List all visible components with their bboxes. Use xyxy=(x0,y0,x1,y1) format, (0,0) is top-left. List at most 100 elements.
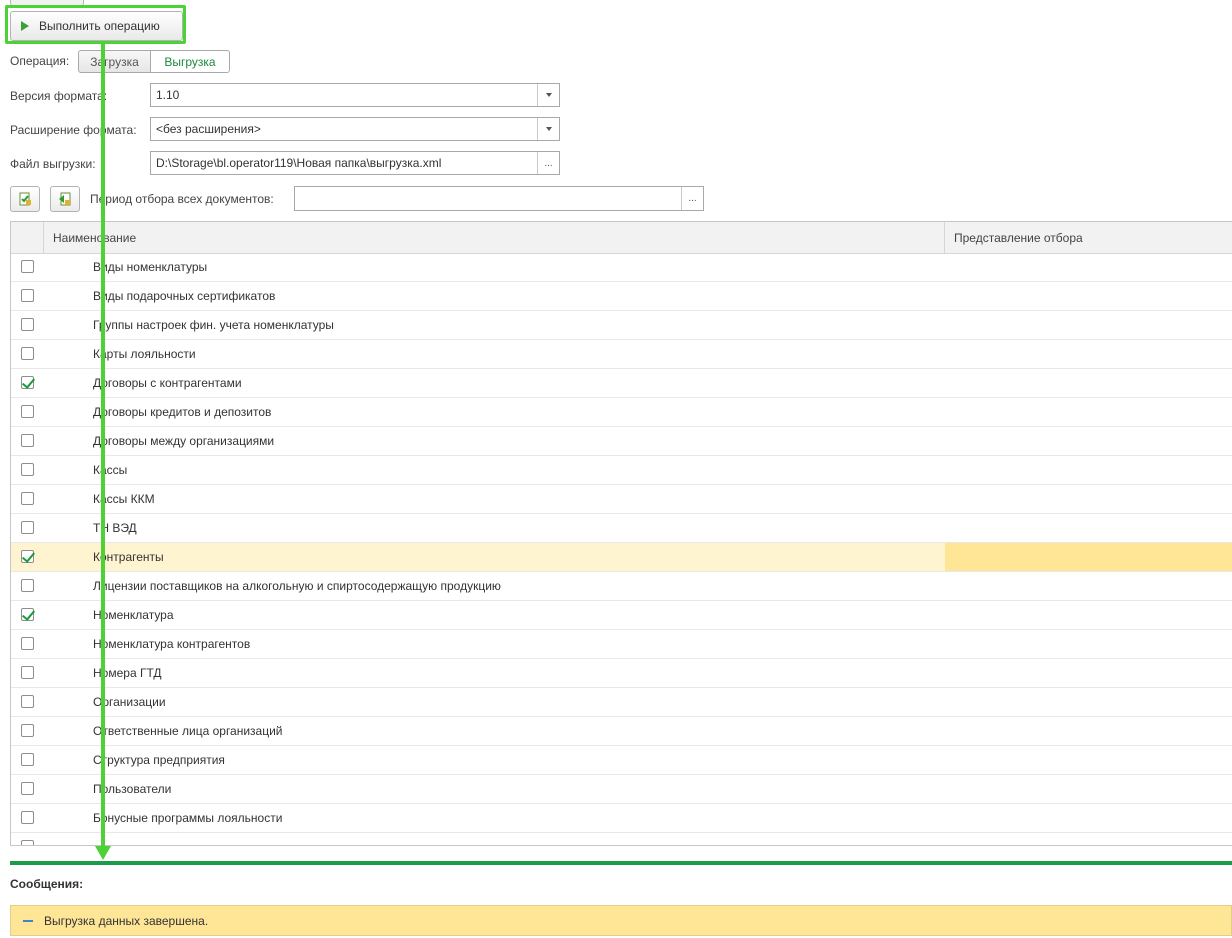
message-text: Выгрузка данных завершена. xyxy=(44,913,209,928)
table-row[interactable]: Лицензии поставщиков на алкогольную и сп… xyxy=(11,572,1232,601)
row-checkbox[interactable] xyxy=(21,753,34,766)
row-filter-view[interactable] xyxy=(945,833,1232,845)
row-checkbox[interactable] xyxy=(21,318,34,331)
row-checkbox[interactable] xyxy=(21,811,34,824)
table-row[interactable]: Договоры с контрагентами xyxy=(11,369,1232,398)
row-filter-view[interactable] xyxy=(945,369,1232,397)
row-filter-view[interactable] xyxy=(945,717,1232,745)
row-filter-view[interactable] xyxy=(945,456,1232,484)
period-input[interactable]: ... xyxy=(294,186,704,211)
table-body: Виды номенклатуры Виды подарочных сертифи… xyxy=(11,253,1232,845)
header-name[interactable]: Наименование xyxy=(44,222,945,253)
row-filter-view[interactable] xyxy=(945,688,1232,716)
header-checkbox-column[interactable] xyxy=(11,222,44,253)
row-filter-view[interactable] xyxy=(945,601,1232,629)
row-checkbox[interactable] xyxy=(21,521,34,534)
format-version-value: 1.10 xyxy=(156,88,180,102)
export-file-value: D:\Storage\bl.operator119\Новая папка\вы… xyxy=(156,156,442,170)
row-checkbox[interactable] xyxy=(21,579,34,592)
annotation-arrow-head xyxy=(95,846,111,860)
row-checkbox[interactable] xyxy=(21,550,34,563)
check-all-icon xyxy=(19,192,31,206)
row-name: Договоры с контрагентами xyxy=(93,376,242,390)
row-filter-view[interactable] xyxy=(945,282,1232,310)
row-checkbox[interactable] xyxy=(21,376,34,389)
operation-label: Операция: xyxy=(10,54,70,68)
table-row[interactable]: Контрагенты xyxy=(11,543,1232,572)
message-item[interactable]: Выгрузка данных завершена. xyxy=(10,905,1232,936)
period-select-button[interactable]: ... xyxy=(681,187,703,210)
row-name: Кассы xyxy=(93,463,128,477)
table-row[interactable]: Виды номенклатуры xyxy=(11,253,1232,282)
row-filter-view[interactable] xyxy=(945,572,1232,600)
table-row[interactable]: Договоры между организациями xyxy=(11,427,1232,456)
row-checkbox[interactable] xyxy=(21,260,34,273)
row-checkbox[interactable] xyxy=(21,405,34,418)
row-name: Номенклатура xyxy=(93,608,174,622)
table-row[interactable]: Номенклатура контрагентов xyxy=(11,630,1232,659)
table-row[interactable]: Карты лояльности xyxy=(11,340,1232,369)
table-row[interactable]: Бонусные программы лояльности xyxy=(11,804,1232,833)
row-checkbox[interactable] xyxy=(21,637,34,650)
operation-load-toggle[interactable]: Загрузка xyxy=(78,50,151,73)
table-row[interactable]: Группы настроек фин. учета номенклатуры xyxy=(11,311,1232,340)
row-checkbox[interactable] xyxy=(21,463,34,476)
format-extension-dropdown-button[interactable] xyxy=(537,118,559,140)
chevron-down-icon xyxy=(545,127,552,131)
row-checkbox[interactable] xyxy=(21,434,34,447)
table-row[interactable]: Организации xyxy=(11,688,1232,717)
table-row[interactable]: Кассы xyxy=(11,456,1232,485)
format-extension-select[interactable]: <без расширения> xyxy=(150,117,560,141)
row-name: Договоры кредитов и депозитов xyxy=(93,405,272,419)
format-version-label: Версия формата: xyxy=(10,89,108,103)
table-row[interactable]: Номенклатура xyxy=(11,601,1232,630)
row-checkbox[interactable] xyxy=(21,666,34,679)
row-filter-view[interactable] xyxy=(945,775,1232,803)
row-checkbox[interactable] xyxy=(21,492,34,505)
operation-export-toggle[interactable]: Выгрузка xyxy=(150,50,230,73)
row-filter-view[interactable] xyxy=(945,543,1232,571)
select-all-button[interactable] xyxy=(10,186,40,212)
row-filter-view[interactable] xyxy=(945,659,1232,687)
row-filter-view[interactable] xyxy=(945,485,1232,513)
row-checkbox[interactable] xyxy=(21,608,34,621)
export-file-input[interactable]: D:\Storage\bl.operator119\Новая папка\вы… xyxy=(150,151,560,175)
table-row[interactable]: Ответственные лица организаций xyxy=(11,717,1232,746)
row-filter-view[interactable] xyxy=(945,311,1232,339)
messages-splitter[interactable] xyxy=(10,861,1232,865)
table-row[interactable]: Виды подарочных сертификатов xyxy=(11,282,1232,311)
row-name: Ответственные лица организаций xyxy=(93,724,283,738)
row-checkbox[interactable] xyxy=(21,347,34,360)
row-name: Виды подарочных сертификатов xyxy=(93,289,276,303)
table-row[interactable] xyxy=(11,833,1232,845)
row-checkbox[interactable] xyxy=(21,724,34,737)
row-filter-view[interactable] xyxy=(945,514,1232,542)
row-checkbox[interactable] xyxy=(21,695,34,708)
table-row[interactable]: Номера ГТД xyxy=(11,659,1232,688)
row-checkbox[interactable] xyxy=(21,289,34,302)
format-version-dropdown-button[interactable] xyxy=(537,84,559,106)
row-filter-view[interactable] xyxy=(945,804,1232,832)
row-name: Договоры между организациями xyxy=(93,434,275,448)
header-filter-view[interactable]: Представление отбора xyxy=(945,222,1232,253)
table-row[interactable]: Договоры кредитов и депозитов xyxy=(11,398,1232,427)
annotation-arrow-line xyxy=(101,44,105,848)
table-row[interactable]: Структура предприятия xyxy=(11,746,1232,775)
row-filter-view[interactable] xyxy=(945,340,1232,368)
row-name: Карты лояльности xyxy=(93,347,196,361)
row-checkbox[interactable] xyxy=(21,782,34,795)
row-filter-view[interactable] xyxy=(945,427,1232,455)
row-filter-view[interactable] xyxy=(945,253,1232,281)
table-row[interactable]: Кассы ККМ xyxy=(11,485,1232,514)
uncheck-all-icon xyxy=(59,192,71,206)
format-version-select[interactable]: 1.10 xyxy=(150,83,560,107)
row-filter-view[interactable] xyxy=(945,630,1232,658)
table-row[interactable]: ТН ВЭД xyxy=(11,514,1232,543)
deselect-all-button[interactable] xyxy=(50,186,80,212)
format-extension-value: <без расширения> xyxy=(156,122,261,136)
export-file-browse-button[interactable]: ... xyxy=(537,152,559,174)
row-filter-view[interactable] xyxy=(945,398,1232,426)
table-row[interactable]: Пользователи xyxy=(11,775,1232,804)
row-checkbox[interactable] xyxy=(21,840,34,845)
row-filter-view[interactable] xyxy=(945,746,1232,774)
